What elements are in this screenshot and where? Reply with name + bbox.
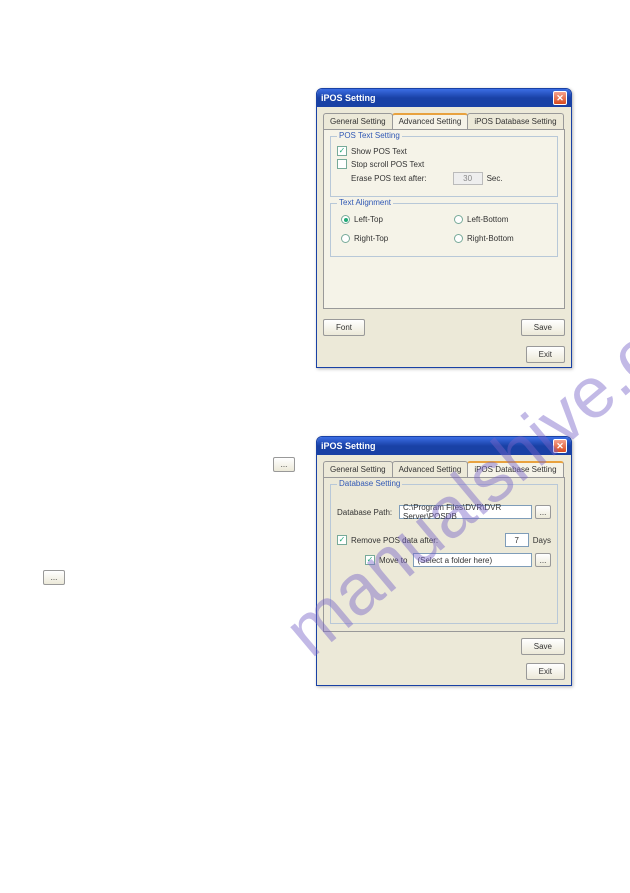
save-button[interactable]: Save bbox=[521, 638, 565, 655]
tab-database[interactable]: iPOS Database Setting bbox=[467, 461, 563, 477]
window-title: iPOS Setting bbox=[321, 441, 376, 451]
row-remove-after: ✓ Remove POS data after: 7 Days bbox=[337, 533, 551, 547]
tab-content-advanced: POS Text Setting ✓ Show POS Text Stop sc… bbox=[323, 129, 565, 309]
checkbox-remove-after[interactable]: ✓ bbox=[337, 535, 347, 545]
legend-database: Database Setting bbox=[337, 479, 402, 488]
exit-button[interactable]: Exit bbox=[526, 346, 565, 363]
ipos-setting-dialog-database: iPOS Setting ✕ General Setting Advanced … bbox=[316, 436, 572, 686]
fieldset-text-alignment: Text Alignment Left-Top Left-Bottom Righ… bbox=[330, 203, 558, 257]
checkbox-stop-scroll[interactable] bbox=[337, 159, 347, 169]
row-stop-scroll: Stop scroll POS Text bbox=[337, 159, 551, 169]
browse-db-path-button[interactable]: ... bbox=[535, 505, 551, 519]
row-move-to: ✓ Move to (Select a folder here) ... bbox=[365, 553, 551, 567]
row-show-pos-text: ✓ Show POS Text bbox=[337, 146, 551, 156]
label-days: Days bbox=[533, 536, 551, 545]
titlebar: iPOS Setting ✕ bbox=[317, 437, 571, 455]
label-right-top: Right-Top bbox=[354, 234, 388, 243]
label-move-to: Move to bbox=[379, 556, 407, 565]
label-remove-after: Remove POS data after: bbox=[351, 536, 438, 545]
browse-move-to-button[interactable]: ... bbox=[535, 553, 551, 567]
ipos-setting-dialog-advanced: iPOS Setting ✕ General Setting Advanced … bbox=[316, 88, 572, 368]
radio-row-left-bottom: Left-Bottom bbox=[454, 215, 547, 224]
exit-button[interactable]: Exit bbox=[526, 663, 565, 680]
tab-general[interactable]: General Setting bbox=[323, 461, 393, 477]
page-ellipsis-button-1[interactable]: ... bbox=[273, 457, 295, 472]
input-move-to[interactable]: (Select a folder here) bbox=[413, 553, 532, 567]
fieldset-pos-text: POS Text Setting ✓ Show POS Text Stop sc… bbox=[330, 136, 558, 197]
titlebar: iPOS Setting ✕ bbox=[317, 89, 571, 107]
close-icon[interactable]: ✕ bbox=[553, 91, 567, 105]
font-button[interactable]: Font bbox=[323, 319, 365, 336]
label-erase-after: Erase POS text after: bbox=[351, 174, 427, 183]
tabs: General Setting Advanced Setting iPOS Da… bbox=[323, 461, 565, 477]
radio-row-right-bottom: Right-Bottom bbox=[454, 234, 547, 243]
label-left-bottom: Left-Bottom bbox=[467, 215, 508, 224]
window-title: iPOS Setting bbox=[321, 93, 376, 103]
label-sec: Sec. bbox=[487, 174, 503, 183]
tabs: General Setting Advanced Setting iPOS Da… bbox=[323, 113, 565, 129]
label-stop-scroll: Stop scroll POS Text bbox=[351, 160, 424, 169]
checkbox-show-pos-text[interactable]: ✓ bbox=[337, 146, 347, 156]
radio-left-top[interactable] bbox=[341, 215, 350, 224]
label-show-pos-text: Show POS Text bbox=[351, 147, 407, 156]
save-button[interactable]: Save bbox=[521, 319, 565, 336]
dialog-body: General Setting Advanced Setting iPOS Da… bbox=[317, 455, 571, 685]
legend-pos-text: POS Text Setting bbox=[337, 131, 402, 140]
fieldset-database: Database Setting Database Path: C:\Progr… bbox=[330, 484, 558, 624]
radio-row-left-top: Left-Top bbox=[341, 215, 434, 224]
label-db-path: Database Path: bbox=[337, 508, 399, 517]
input-db-path[interactable]: C:\Program Files\DVR\DVR Server\POSDB bbox=[399, 505, 532, 519]
tab-advanced[interactable]: Advanced Setting bbox=[392, 461, 469, 477]
tab-general[interactable]: General Setting bbox=[323, 113, 393, 129]
row-db-path: Database Path: C:\Program Files\DVR\DVR … bbox=[337, 505, 551, 519]
close-icon[interactable]: ✕ bbox=[553, 439, 567, 453]
legend-text-alignment: Text Alignment bbox=[337, 198, 393, 207]
radio-right-top[interactable] bbox=[341, 234, 350, 243]
radio-left-bottom[interactable] bbox=[454, 215, 463, 224]
page-ellipsis-button-2[interactable]: ... bbox=[43, 570, 65, 585]
tab-content-database: Database Setting Database Path: C:\Progr… bbox=[323, 477, 565, 632]
checkbox-move-to[interactable]: ✓ bbox=[365, 555, 375, 565]
dialog-body: General Setting Advanced Setting iPOS Da… bbox=[317, 107, 571, 367]
label-right-bottom: Right-Bottom bbox=[467, 234, 514, 243]
input-remove-days[interactable]: 7 bbox=[505, 533, 529, 547]
label-left-top: Left-Top bbox=[354, 215, 383, 224]
tab-advanced[interactable]: Advanced Setting bbox=[392, 113, 469, 129]
radio-row-right-top: Right-Top bbox=[341, 234, 434, 243]
input-erase-seconds: 30 bbox=[453, 172, 483, 185]
row-erase-after: Erase POS text after: 30 Sec. bbox=[351, 172, 551, 185]
tab-database[interactable]: iPOS Database Setting bbox=[467, 113, 563, 129]
radio-right-bottom[interactable] bbox=[454, 234, 463, 243]
